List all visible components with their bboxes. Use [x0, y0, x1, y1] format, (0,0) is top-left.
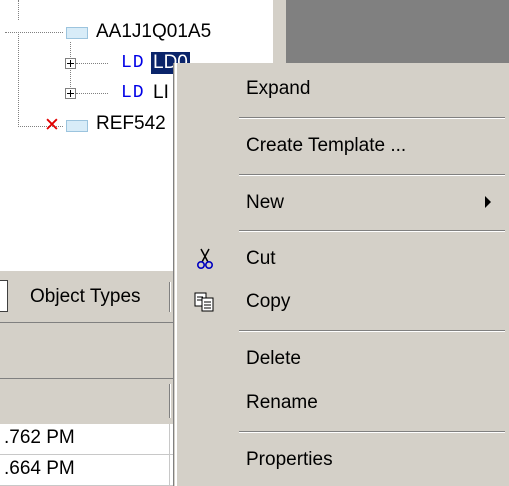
copy-icon [193, 290, 217, 314]
scissors-icon [193, 247, 217, 271]
tab-divider [169, 282, 170, 312]
menu-item-delete[interactable]: Delete [175, 339, 509, 379]
expand-icon[interactable] [65, 58, 76, 69]
menu-item-label: New [246, 192, 285, 213]
tree-line [76, 63, 108, 64]
tree-node-ref[interactable]: REF542 [96, 113, 166, 135]
menu-item-new[interactable]: New [175, 183, 509, 223]
menu-item-label: Properties [246, 449, 333, 470]
menu-item-properties[interactable]: Properties [175, 440, 509, 480]
time-cell: .762 PM [4, 427, 75, 448]
menu-item-label: Copy [246, 291, 291, 312]
menu-item-label: Delete [246, 348, 301, 369]
menu-item-rename[interactable]: Rename [175, 383, 509, 423]
tree-line [18, 32, 19, 127]
tree-line [18, 32, 63, 33]
menu-item-label: Expand [246, 78, 311, 99]
object-types-icon [0, 280, 8, 312]
expand-icon[interactable] [65, 88, 76, 99]
column-divider[interactable] [169, 384, 170, 418]
menu-item-label: Cut [246, 248, 276, 269]
menu-separator [239, 117, 505, 118]
ld-tag: LD [121, 83, 145, 103]
tree-line [5, 32, 19, 33]
ied-icon [66, 27, 88, 39]
tree-line [76, 93, 108, 94]
menu-separator [239, 230, 505, 231]
time-cell: .664 PM [4, 458, 75, 479]
ied-icon [66, 120, 88, 132]
tree-node-root[interactable]: AA1J1Q01A5 [96, 21, 211, 43]
menu-item-expand[interactable]: Expand [175, 69, 509, 109]
menu-separator [239, 330, 505, 331]
tree-line [18, 0, 19, 20]
tree-node-ld[interactable]: LI [153, 82, 169, 104]
ld-tag: LD [121, 53, 145, 73]
menu-item-cut[interactable]: Cut [175, 239, 509, 279]
menu-separator [239, 431, 505, 432]
context-menu: Expand Create Template ... New Cut Copy … [174, 63, 509, 486]
menu-item-label: Rename [246, 392, 318, 413]
menu-separator [239, 174, 505, 175]
column-line [169, 424, 170, 486]
menu-item-label: Create Template ... [246, 135, 407, 156]
error-x-icon: ✕ [44, 115, 60, 136]
menu-item-create-template[interactable]: Create Template ... [175, 126, 509, 166]
submenu-arrow-icon [485, 196, 491, 208]
menu-item-copy[interactable]: Copy [175, 282, 509, 322]
tab-object-types[interactable]: Object Types [30, 286, 141, 308]
